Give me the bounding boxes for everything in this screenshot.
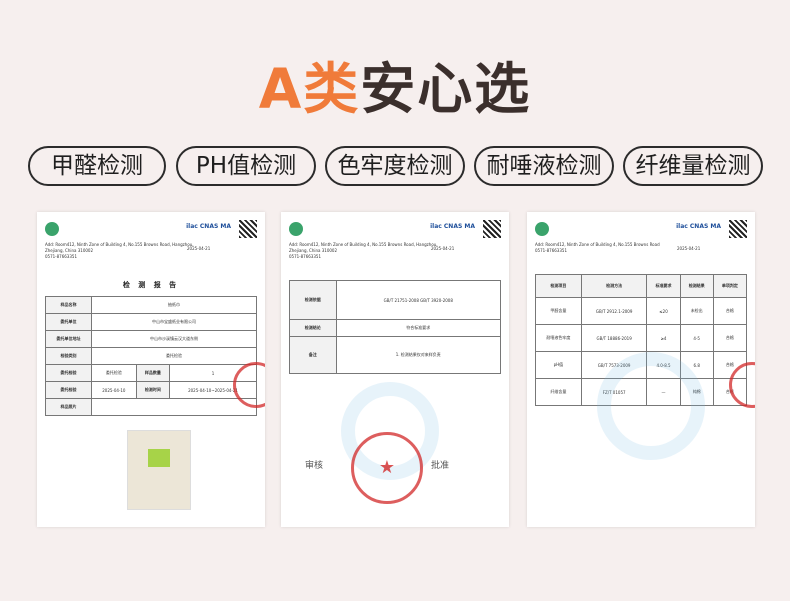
signature-right: 批准 — [431, 461, 450, 471]
sample-info-table: 样品名称 抽纸巾 委托单位 中山市宝盛纸业有限公司 委托单位地址 中山市沙溪镇云汉大道… — [45, 296, 258, 416]
lab-address: Add: Room412, Ninth Zone of Building 4, … — [289, 242, 438, 259]
table-row: 样品照片 — [45, 398, 258, 416]
table-row: 耐唾液色牢度 GB/T 18886-2019 ≥4 4-5 合格 — [535, 324, 748, 352]
table-row: 样品名称 抽纸巾 — [45, 296, 258, 314]
report-date: 2025-04-21 — [677, 246, 701, 251]
report-header: ilac CNAS MA — [535, 220, 747, 240]
report-header: ilac CNAS MA — [289, 220, 501, 240]
lab-logo-icon — [535, 222, 549, 236]
accreditation-badges-icon: ilac CNAS MA — [430, 223, 475, 230]
test-basis-table: 检测依据 GB/T 21751-2008 GB/T 3920-2008 检测结论符… — [289, 280, 502, 374]
qr-code-icon — [483, 220, 501, 238]
table-row: 委托检验 2025-04-10 检测时间 2025-04-10~2025-04-21 — [45, 381, 257, 399]
red-seal-icon: ★ — [351, 432, 423, 504]
tag-fiber: 纤维量检测 — [623, 146, 763, 186]
watermark-icon — [597, 352, 705, 460]
lab-address: Add: Room412, Ninth Zone of Building 4, … — [45, 242, 194, 259]
table-row: 委托单位地址 中山市沙溪镇云汉大道东侧 — [45, 330, 258, 348]
table-row: 委托单位 中山市宝盛纸业有限公司 — [45, 313, 258, 331]
report-page-1: ilac CNAS MA Add: Room412, Ninth Zone of… — [37, 212, 265, 527]
headline-accent: A类 — [258, 57, 361, 121]
accreditation-badges-icon: ilac CNAS MA — [676, 223, 721, 230]
test-tags: 甲醛检测 PH值检测 色牢度检测 耐唾液检测 纤维量检测 — [0, 146, 790, 186]
sample-label-mark — [148, 449, 170, 467]
lab-logo-icon — [45, 222, 59, 236]
headline-rest: 安心选 — [360, 57, 532, 121]
report-date: 2025-04-21 — [431, 246, 455, 251]
report-page-2: ilac CNAS MA Add: Room412, Ninth Zone of… — [281, 212, 509, 527]
qr-code-icon — [729, 220, 747, 238]
report-title: 检 测 报 告 — [122, 281, 180, 289]
star-icon: ★ — [378, 457, 396, 478]
table-row: 检验类别 委托检验 — [45, 347, 258, 365]
tag-ph: PH值检测 — [176, 146, 316, 186]
table-row: 委托检验 委托检验 样品数量 1 — [45, 364, 257, 382]
sample-photo — [127, 430, 191, 510]
table-row: 备注 1. 检测结果仅对来样负责 — [289, 336, 502, 374]
table-row: 检测项目 检测方法 标准要求 检测结果 单项判定 — [535, 274, 748, 298]
qr-code-icon — [239, 220, 257, 238]
lab-address: Add: Room412, Ninth Zone of Building 4, … — [535, 242, 660, 253]
report-page-3: ilac CNAS MA Add: Room412, Ninth Zone of… — [527, 212, 755, 527]
tag-saliva: 耐唾液检测 — [474, 146, 614, 186]
headline: A类安心选 — [0, 54, 790, 124]
report-date: 2025-04-21 — [187, 246, 211, 251]
tag-formaldehyde: 甲醛检测 — [28, 146, 166, 186]
signature-left: 审核 — [305, 461, 324, 471]
report-header: ilac CNAS MA — [45, 220, 257, 240]
table-row: 甲醛含量 GB/T 2912.1-2009 ≤20 未检出 合格 — [535, 297, 748, 325]
lab-logo-icon — [289, 222, 303, 236]
accreditation-badges-icon: ilac CNAS MA — [186, 223, 231, 230]
table-row: 检测结论 符合标准要求 — [289, 319, 502, 337]
tag-color-fastness: 色牢度检测 — [325, 146, 465, 186]
table-row: 检测依据 GB/T 21751-2008 GB/T 3920-2008 — [289, 280, 502, 320]
